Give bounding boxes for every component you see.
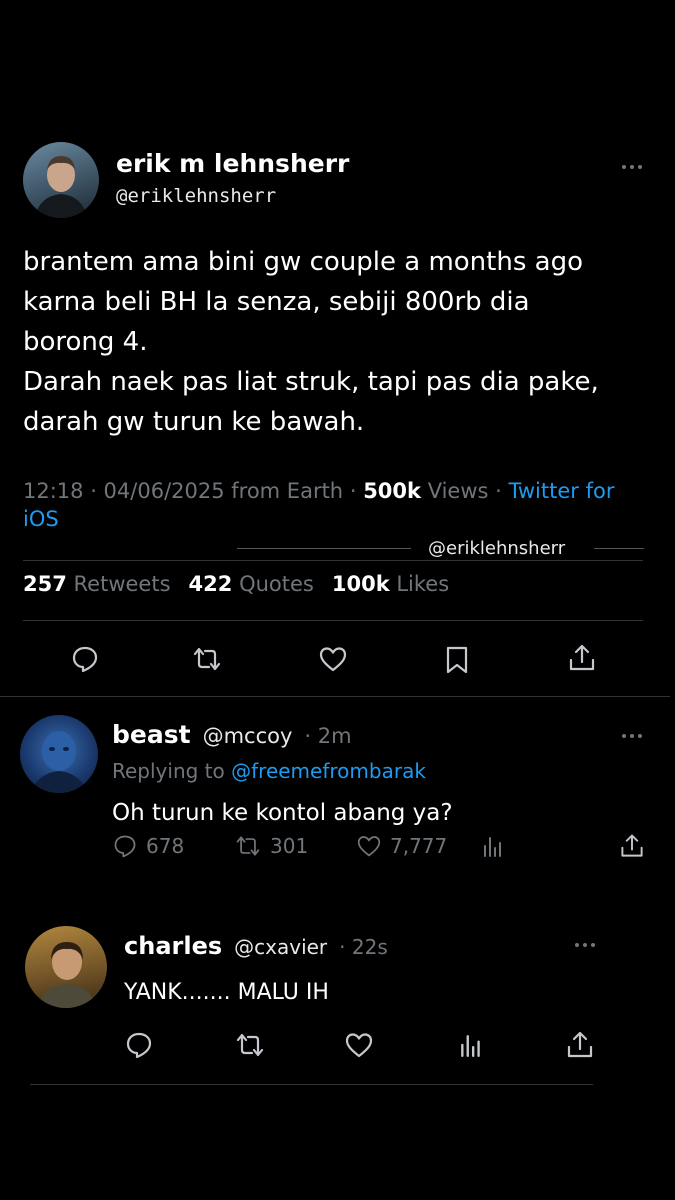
body-line: brantem ama bini gw couple a months ago — [23, 247, 583, 277]
reply-1-share-action[interactable] — [618, 832, 646, 860]
replying-prefix: Replying to — [112, 759, 225, 783]
views-label: Views — [427, 479, 489, 503]
views-count: 500k — [363, 479, 421, 503]
reply-2-retweet-icon[interactable] — [234, 1030, 266, 1060]
reply-1-more-icon[interactable] — [622, 734, 642, 738]
replying-to-link[interactable]: @freemefrombarak — [231, 759, 426, 783]
retweet-icon[interactable] — [191, 644, 223, 674]
reply-1-views-action[interactable] — [482, 834, 504, 858]
reply-1-like-count: 7,777 — [390, 834, 448, 858]
reply-1-time[interactable]: · 2m — [304, 724, 351, 748]
body-line: karna beli BH la senza, sebiji 800rb dia — [23, 287, 530, 317]
reply-1-like-action[interactable]: 7,777 — [356, 834, 447, 858]
reply-2-share-icon[interactable] — [564, 1029, 596, 1061]
retweet-icon — [236, 836, 260, 856]
divider — [30, 1084, 593, 1085]
reply-1-avatar[interactable] — [20, 715, 98, 793]
reply-1-retweet-action[interactable]: 301 — [234, 833, 308, 859]
reply-2-text: YANK....... MALU IH — [124, 980, 329, 1005]
main-tweet-handle[interactable]: @eriklehnsherr — [116, 185, 276, 207]
like-icon — [357, 836, 381, 857]
divider — [23, 620, 643, 621]
body-line: darah gw turun ke bawah. — [23, 407, 365, 437]
reply-2-more-icon[interactable] — [575, 943, 595, 947]
retweets-label: Retweets — [73, 572, 171, 596]
reply-2-reply-icon[interactable] — [124, 1030, 154, 1060]
main-tweet-avatar[interactable] — [23, 142, 99, 218]
reply-1-reply-count: 678 — [146, 834, 185, 858]
likes-count: 100k — [331, 572, 390, 596]
tweet-meta: 12:18 · 04/06/2025 from Earth · 500k Vie… — [23, 479, 615, 531]
retweets-stat[interactable]: 257 Retweets — [23, 572, 171, 596]
body-line: borong 4. — [23, 327, 148, 357]
reply-1-header: beast @mccoy · 2m — [112, 720, 352, 749]
reply-2-like-icon[interactable] — [344, 1031, 374, 1059]
watermark: @eriklehnsherr — [428, 538, 565, 559]
reply-1-handle[interactable]: @mccoy — [203, 724, 293, 748]
quotes-stat[interactable]: 422 Quotes — [189, 572, 314, 596]
reply-2-display-name[interactable]: charles — [124, 932, 222, 960]
watermark-text: @eriklehnsherr — [428, 538, 566, 559]
likes-label: Likes — [396, 572, 450, 596]
reply-1-replying-to: Replying to @freemefrombarak — [112, 759, 426, 783]
watermark-line-right — [594, 548, 644, 549]
reply-1-text: Oh turun ke kontol abang ya? — [112, 800, 453, 826]
reply-2-analytics-icon[interactable] — [458, 1032, 484, 1058]
reply-icon — [114, 835, 136, 858]
body-line: Darah naek pas liat struk, tapi pas dia … — [23, 367, 599, 397]
divider — [23, 560, 643, 561]
reply-1-reply-action[interactable]: 678 — [112, 833, 184, 859]
share-icon — [621, 834, 643, 857]
main-tweet-display-name[interactable]: erik m lehnsherr — [116, 149, 349, 178]
source-link[interactable]: Twitter for — [509, 479, 615, 503]
main-tweet-body: brantem ama bini gw couple a months ago … — [23, 242, 599, 442]
main-tweet-more-icon[interactable] — [622, 165, 642, 169]
reply-1-retweet-count: 301 — [270, 834, 309, 858]
quotes-label: Quotes — [239, 572, 314, 596]
quotes-count: 422 — [188, 572, 233, 596]
source-link-line2[interactable]: iOS — [23, 507, 59, 531]
reply-1-display-name[interactable]: beast — [112, 720, 191, 749]
bookmark-icon[interactable] — [443, 644, 471, 676]
reply-2-handle[interactable]: @cxavier — [234, 935, 327, 959]
like-icon[interactable] — [318, 645, 348, 673]
divider — [0, 696, 670, 697]
share-icon[interactable] — [566, 642, 598, 674]
reply-icon[interactable] — [70, 644, 100, 674]
timestamp[interactable]: 12:18 · 04/06/2025 from Earth — [23, 479, 343, 503]
watermark-line-left — [237, 548, 411, 549]
retweets-count: 257 — [23, 572, 67, 596]
source-separator: · — [495, 479, 502, 503]
likes-stat[interactable]: 100k Likes — [332, 572, 449, 596]
reply-2-header: charles @cxavier · 22s — [124, 932, 388, 960]
reply-2-time[interactable]: · 22s — [339, 935, 388, 959]
reply-2-avatar[interactable] — [25, 926, 107, 1008]
tweet-stats: 257 Retweets 422 Quotes 100k Likes — [23, 572, 449, 596]
analytics-icon — [484, 837, 501, 857]
